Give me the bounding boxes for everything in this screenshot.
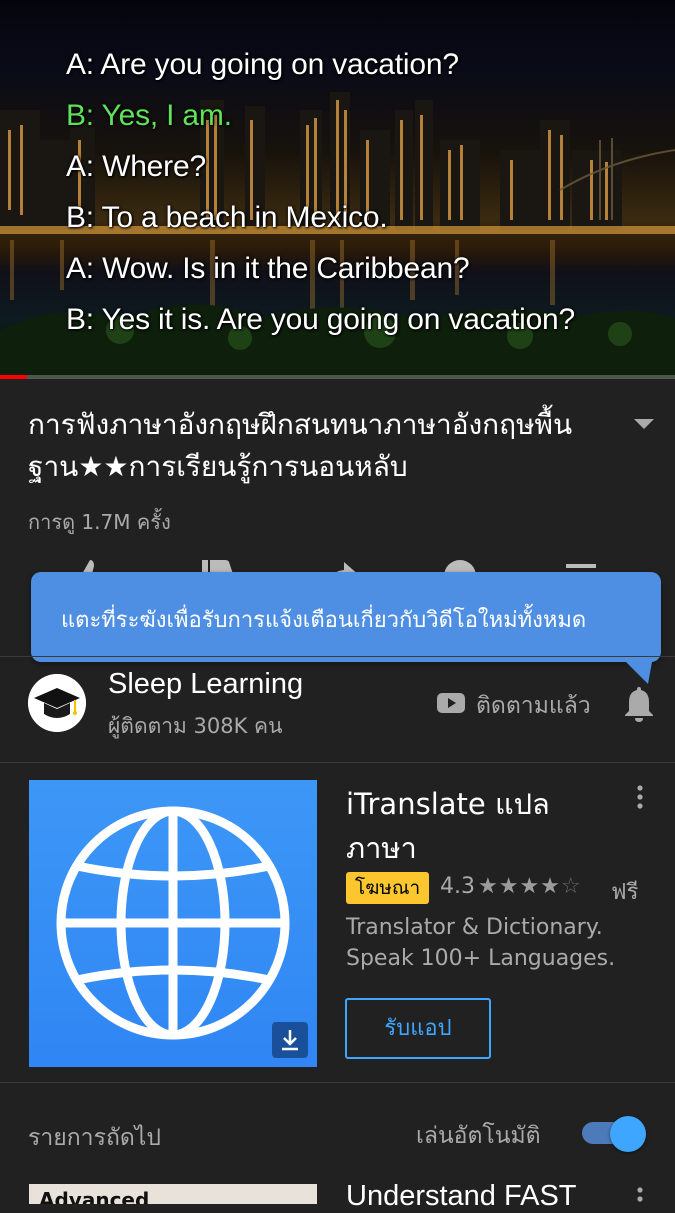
channel-avatar[interactable] <box>28 674 86 732</box>
divider <box>0 656 675 657</box>
video-player[interactable]: A: Are you going on vacation? B: Yes, I … <box>0 0 675 378</box>
subtitle-line: A: Wow. Is in it the Caribbean? <box>66 252 470 285</box>
more-vert-icon[interactable] <box>632 1186 648 1206</box>
ad-rating: 4.3 <box>440 874 475 899</box>
up-next-label: รายการถัดไป <box>28 1125 161 1151</box>
next-video-thumbnail[interactable]: Advanced <box>29 1184 317 1204</box>
next-video-title[interactable]: Understand FAST <box>346 1180 577 1213</box>
ad-description: Translator & Dictionary. Speak 100+ Lang… <box>346 915 616 971</box>
tooltip-arrow <box>626 662 652 684</box>
bell-icon[interactable] <box>622 684 656 722</box>
subtitle-line-highlighted: B: Yes, I am. <box>66 99 232 132</box>
video-title[interactable]: การฟังภาษาอังกฤษฝึกสนทนาภาษาอังกฤษพื้นฐา… <box>28 404 608 488</box>
divider <box>0 762 675 763</box>
progress-bar-fill <box>0 375 27 379</box>
ad-price: ฟรี <box>611 880 639 905</box>
ad-badge: โฆษณา <box>346 872 430 904</box>
subscriber-count: ผู้ติดตาม 308K คน <box>108 714 283 738</box>
subtitle-line: B: Yes it is. Are you going on vacation? <box>66 303 576 336</box>
autoplay-toggle-knob[interactable] <box>610 1116 646 1152</box>
progress-bar[interactable] <box>0 375 675 379</box>
divider <box>0 1082 675 1083</box>
subscribed-button[interactable]: ติดตามแล้ว <box>476 688 591 724</box>
youtube-icon <box>437 693 465 713</box>
ad-title[interactable]: iTranslate แปลภาษา <box>346 782 606 870</box>
subtitle-line: A: Where? <box>66 150 206 183</box>
more-vert-icon[interactable] <box>632 784 648 810</box>
subtitle-line: A: Are you going on vacation? <box>66 48 459 81</box>
tooltip-text: แตะที่ระฆังเพื่อรับการแจ้งเตือนเกี่ยวกับ… <box>61 608 587 633</box>
subtitle-line: B: To a beach in Mexico. <box>66 201 388 234</box>
next-thumb-text: Advanced <box>39 1188 150 1204</box>
channel-name[interactable]: Sleep Learning <box>108 668 303 701</box>
graduation-cap-icon <box>28 674 86 732</box>
download-badge-icon <box>272 1022 308 1058</box>
autoplay-label: เล่นอัตโนมัติ <box>416 1123 541 1149</box>
chevron-down-icon[interactable] <box>632 416 656 432</box>
get-app-button[interactable]: รับแอป <box>345 998 491 1059</box>
view-count: การดู 1.7M ครั้ง <box>28 510 171 534</box>
star-rating: ★★★★☆ <box>478 874 582 899</box>
notification-tooltip[interactable]: แตะที่ระฆังเพื่อรับการแจ้งเตือนเกี่ยวกับ… <box>31 572 661 684</box>
